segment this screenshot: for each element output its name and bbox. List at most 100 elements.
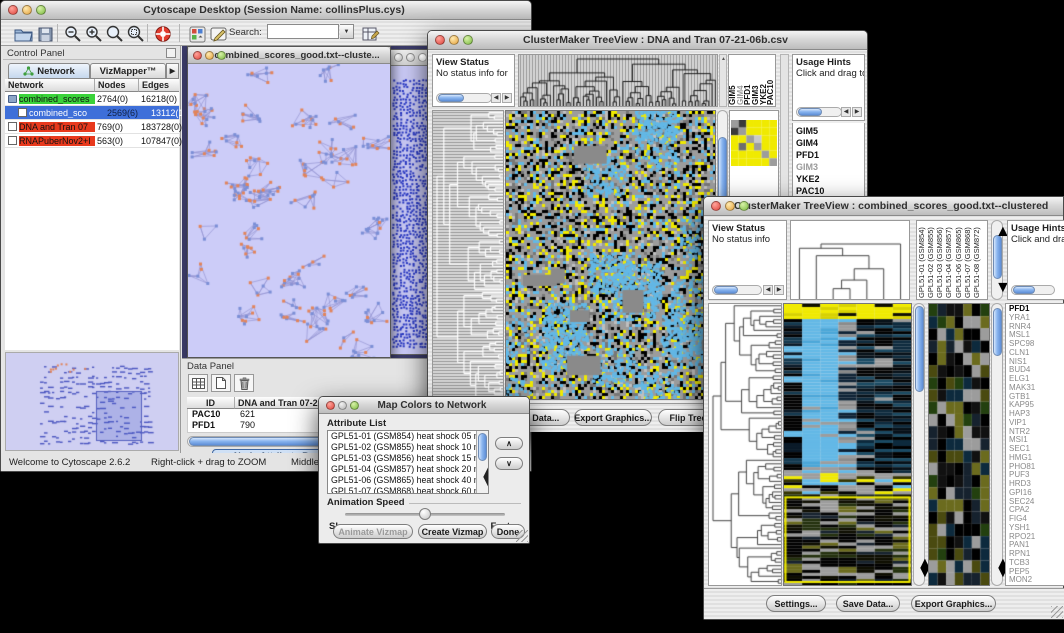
treeview1-titlebar[interactable]: ClusterMaker TreeView : DNA and Tran 07-…: [428, 31, 867, 50]
annotation-icon[interactable]: [207, 23, 231, 45]
treeview2-zoom-panel[interactable]: [928, 303, 990, 586]
tab-vizmapper[interactable]: VizMapper™: [90, 63, 166, 79]
scrollbar-thumb[interactable]: [915, 306, 924, 392]
dialog-titlebar[interactable]: Map Colors to Network: [319, 397, 529, 414]
export-graphics-button[interactable]: Export Graphics...: [574, 409, 652, 426]
minimize-button[interactable]: [449, 35, 459, 45]
treeview2-row-dendrogram[interactable]: [708, 303, 782, 586]
attribute-item[interactable]: GPL51-06 (GSM865) heat shock 40 min: [328, 475, 476, 486]
save-session-button[interactable]: [33, 23, 57, 45]
scroll-right-icon[interactable]: ▶: [852, 107, 862, 117]
export-graphics-button[interactable]: Export Graphics...: [911, 595, 996, 612]
minimize-button[interactable]: [22, 5, 32, 15]
scrollbar-thumb[interactable]: [798, 108, 822, 116]
attribute-browser-icon[interactable]: [359, 23, 383, 45]
treeview1-heatmap[interactable]: [505, 110, 716, 400]
scroll-left-icon[interactable]: ◀: [763, 285, 773, 295]
view-status-scrollbar[interactable]: [712, 285, 762, 295]
help-lifering-icon[interactable]: [151, 23, 175, 45]
resize-grip[interactable]: [1051, 606, 1063, 618]
scrollbar-thumb[interactable]: [993, 235, 1002, 279]
close-button[interactable]: [193, 51, 202, 60]
float-panel-icon[interactable]: [166, 48, 176, 58]
column-header-id[interactable]: ID: [187, 397, 235, 409]
treeview2-heatmap-vscrollbar[interactable]: ▲ ▼: [913, 303, 925, 586]
network-row[interactable]: combined_scores 2764(0) 16218(0): [5, 92, 179, 106]
resize-grip[interactable]: [516, 530, 528, 542]
scroll-left-icon[interactable]: ◀: [491, 93, 501, 103]
network-frame[interactable]: combined_scores_good.txt--cluste...: [187, 46, 391, 358]
network-row[interactable]: DNA and Tran 07 769(0) 183728(0): [5, 120, 179, 134]
close-button[interactable]: [435, 35, 445, 45]
zoom-window-button[interactable]: [739, 201, 749, 211]
scrollbar-thumb[interactable]: [1013, 286, 1035, 294]
attribute-item[interactable]: GPL51-07 (GSM868) heat shock 60 min: [328, 486, 476, 494]
move-up-button[interactable]: ∧: [495, 437, 523, 450]
treeview2-titlebar[interactable]: ClusterMaker TreeView : combined_scores_…: [704, 197, 1063, 216]
vizmapper-icon[interactable]: [185, 23, 209, 45]
gene-label[interactable]: GIM4: [796, 137, 864, 149]
treeview1-label-scroll-strip[interactable]: ▲: [719, 54, 727, 107]
zoom-window-button[interactable]: [350, 401, 359, 410]
new-attribute-icon[interactable]: [211, 374, 231, 392]
attribute-item[interactable]: GPL51-01 (GSM854) heat shock 05 min: [328, 431, 476, 442]
zoom-selected-icon[interactable]: [124, 23, 148, 45]
scroll-down-icon[interactable]: ▼: [480, 473, 489, 491]
minimize-button[interactable]: [205, 51, 214, 60]
attribute-item[interactable]: GPL51-04 (GSM857) heat shock 20 min: [328, 464, 476, 475]
treeview2-zoom-vscrollbar[interactable]: ▲ ▼: [991, 303, 1003, 586]
network-row[interactable]: combined_sco 2569(6) 13112(15): [5, 106, 179, 120]
close-button[interactable]: [8, 5, 18, 15]
column-header-network[interactable]: Network: [5, 79, 95, 92]
zoom-window-button[interactable]: [418, 53, 427, 62]
gene-label[interactable]: MON2: [1009, 576, 1064, 585]
save-data-button[interactable]: Save Data...: [836, 595, 900, 612]
network-view-canvas[interactable]: [188, 64, 390, 357]
gene-label[interactable]: YKE2: [796, 173, 864, 185]
minimize-button[interactable]: [725, 201, 735, 211]
minimize-button[interactable]: [406, 53, 415, 62]
move-down-button[interactable]: ∨: [495, 457, 523, 470]
close-button[interactable]: [711, 201, 721, 211]
network-row[interactable]: RNAPuberNov2+I 563(0) 107847(0): [5, 134, 179, 148]
scroll-up-icon[interactable]: ▲: [721, 56, 726, 62]
minimize-button[interactable]: [338, 401, 347, 410]
treeview1-row-dendrogram[interactable]: [432, 110, 504, 400]
slider-thumb[interactable]: [419, 508, 431, 520]
tab-network[interactable]: Network: [8, 63, 90, 79]
zoom-window-button[interactable]: [36, 5, 46, 15]
settings-button[interactable]: Settings...: [766, 595, 826, 612]
open-session-button[interactable]: [11, 23, 35, 45]
network-overview-canvas[interactable]: [6, 353, 178, 450]
attribute-listbox[interactable]: GPL51-01 (GSM854) heat shock 05 minGPL51…: [327, 430, 489, 494]
gene-label[interactable]: GIM3: [796, 161, 864, 173]
delete-attribute-trash-icon[interactable]: [234, 374, 254, 392]
usage-hints-scrollbar[interactable]: [796, 107, 842, 117]
treeview2-gene-list[interactable]: PFD1YRA1RNR4MSL1SPC98CLN1NIS1BUD4ELG1MAK…: [1005, 303, 1064, 586]
usage-hints-scrollbar[interactable]: [1011, 285, 1055, 295]
view-status-scrollbar[interactable]: [436, 93, 492, 103]
create-vizmap-button[interactable]: Create Vizmap: [418, 524, 487, 539]
treeview2-heatmap[interactable]: [783, 303, 912, 586]
scrollbar-thumb[interactable]: [993, 308, 1002, 356]
gene-label[interactable]: PFD1: [796, 149, 864, 161]
table-icon[interactable]: [188, 374, 208, 392]
attribute-item[interactable]: GPL51-02 (GSM855) heat shock 10 min: [328, 442, 476, 453]
listbox-vscrollbar[interactable]: ▲ ▼: [476, 431, 488, 493]
treeview1-mini-heatmap[interactable]: [731, 120, 777, 166]
scrollbar-thumb[interactable]: [478, 433, 487, 461]
network-overview-panel[interactable]: [5, 352, 179, 451]
close-button[interactable]: [394, 53, 403, 62]
column-header-nodes[interactable]: Nodes: [95, 79, 139, 92]
zoom-window-button[interactable]: [217, 51, 226, 60]
gene-label[interactable]: GIM5: [796, 125, 864, 137]
zoom-window-button[interactable]: [463, 35, 473, 45]
attribute-item[interactable]: GPL51-03 (GSM856) heat shock 15 min: [328, 453, 476, 464]
scroll-right-icon[interactable]: ▶: [774, 285, 784, 295]
close-button[interactable]: [326, 401, 335, 410]
treeview1-column-dendrogram[interactable]: [518, 54, 718, 107]
column-header-edges[interactable]: Edges: [139, 79, 179, 92]
search-dropdown-arrow[interactable]: ▼: [340, 24, 354, 39]
main-titlebar[interactable]: Cytoscape Desktop (Session Name: collins…: [1, 1, 531, 20]
scroll-right-icon[interactable]: ▶: [502, 93, 512, 103]
